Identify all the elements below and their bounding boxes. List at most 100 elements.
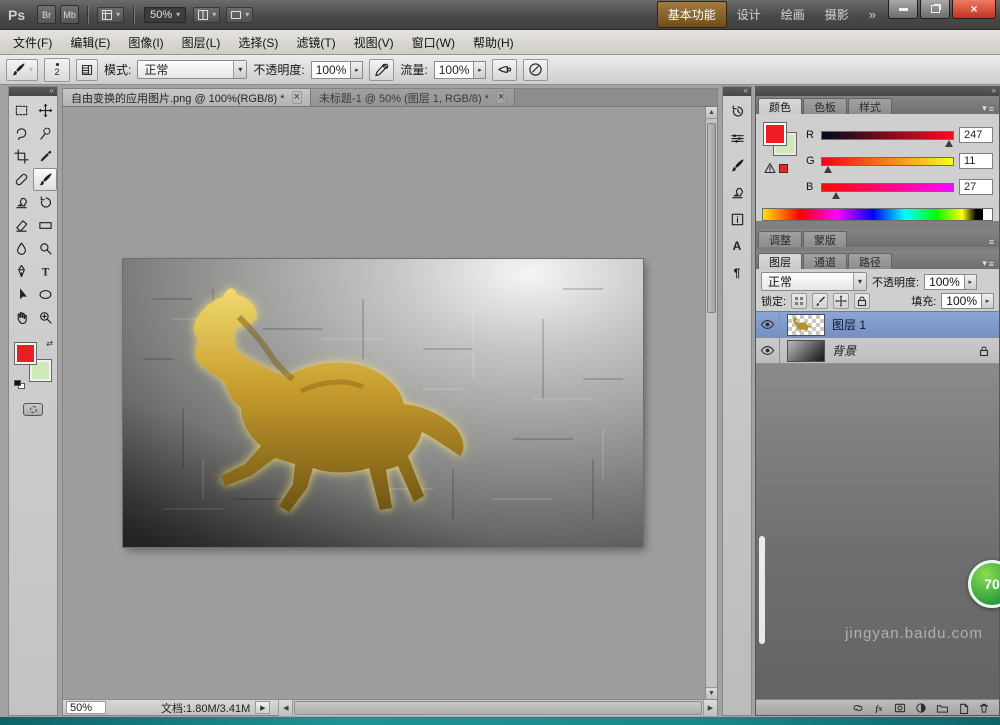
new-layer-button[interactable] (957, 702, 969, 714)
menu-image[interactable]: 图像(I) (119, 30, 172, 55)
info-panel-icon[interactable] (725, 207, 749, 231)
new-adjustment-layer-button[interactable] (915, 702, 927, 714)
document-tab-1[interactable]: 自由变换的应用图片.png @ 100%(RGB/8) * × (63, 89, 311, 106)
tool-preset-picker[interactable]: ▾ (6, 59, 38, 81)
dodge-tool[interactable] (33, 237, 57, 260)
layer-fill-field[interactable]: 100% ▸ (941, 293, 994, 309)
blue-slider[interactable] (821, 183, 954, 192)
toggle-brush-panel-button[interactable] (76, 59, 98, 81)
close-tab-icon[interactable]: × (496, 91, 506, 104)
panel-menu-button[interactable]: ▾≡ (977, 258, 999, 269)
arrange-documents-button[interactable]: ▾ (193, 7, 220, 23)
zoom-level-dropdown[interactable]: 50% ▾ (144, 7, 186, 23)
delete-layer-button[interactable] (978, 702, 990, 714)
brushes-panel-icon[interactable] (725, 153, 749, 177)
strip-collapse-bar[interactable]: « (723, 87, 751, 96)
spinner-icon[interactable]: ▸ (351, 61, 363, 79)
blur-tool[interactable] (9, 237, 33, 260)
brush-tool[interactable] (33, 168, 57, 191)
lock-transparency-icon[interactable] (791, 293, 807, 309)
status-info-button[interactable]: ▶ (255, 701, 270, 714)
layer-blend-mode-dropdown[interactable]: 正常 ▾ (761, 272, 867, 291)
flow-field[interactable]: 100% ▸ (434, 61, 487, 79)
workspace-painting[interactable]: 绘画 (771, 2, 815, 27)
type-tool[interactable]: T (33, 260, 57, 283)
layer-effects-button[interactable]: fx (873, 702, 885, 714)
new-group-button[interactable] (936, 702, 948, 714)
document-tab-2[interactable]: 未标题-1 @ 50% (图层 1, RGB/8) * × (311, 89, 516, 106)
lock-position-icon[interactable] (833, 293, 849, 309)
add-layer-mask-button[interactable] (894, 702, 906, 714)
blue-value[interactable]: 27 (959, 179, 993, 195)
airbrush-toggle-button[interactable] (492, 59, 517, 81)
clone-stamp-tool[interactable] (9, 191, 33, 214)
blend-mode-dropdown[interactable]: 正常 ▾ (137, 60, 247, 79)
layer-thumbnail[interactable] (787, 340, 825, 362)
quick-mask-button[interactable] (23, 403, 43, 416)
eraser-tool[interactable] (9, 214, 33, 237)
menu-select[interactable]: 选择(S) (229, 30, 287, 55)
red-slider[interactable] (821, 131, 954, 140)
red-value[interactable]: 247 (959, 127, 993, 143)
layer-visibility-toggle[interactable] (756, 338, 780, 363)
spinner-icon[interactable]: ▸ (474, 61, 486, 79)
menu-view[interactable]: 视图(V) (345, 30, 403, 55)
horizontal-scroll-thumb[interactable] (294, 701, 702, 715)
dock-collapse-bar[interactable]: » (756, 87, 999, 96)
blue-slider-thumb[interactable] (832, 192, 840, 199)
tab-styles[interactable]: 样式 (848, 98, 892, 114)
vertical-scroll-thumb[interactable] (707, 123, 716, 313)
menu-filter[interactable]: 滤镜(T) (287, 30, 344, 55)
panel-scrollbar[interactable] (759, 536, 765, 644)
workspace-design[interactable]: 设计 (727, 2, 771, 27)
zoom-tool[interactable] (33, 306, 57, 329)
hand-tool[interactable] (9, 306, 33, 329)
scroll-down-icon[interactable]: ▼ (706, 687, 717, 699)
rectangular-marquee-tool[interactable] (9, 99, 33, 122)
link-layers-button[interactable] (852, 702, 864, 714)
shape-tool[interactable] (33, 283, 57, 306)
close-tab-icon[interactable]: × (292, 91, 302, 104)
tab-adjustments[interactable]: 调整 (758, 231, 802, 247)
default-colors-icon[interactable] (14, 380, 26, 390)
canvas-area[interactable] (63, 107, 705, 699)
workspace-essentials[interactable]: 基本功能 (657, 1, 727, 28)
red-slider-thumb[interactable] (945, 140, 953, 147)
layer-row-background[interactable]: 背景 (756, 338, 999, 364)
menu-file[interactable]: 文件(F) (4, 30, 61, 55)
minimize-button[interactable] (888, 0, 918, 19)
spot-healing-brush-tool[interactable] (9, 168, 33, 191)
brush-preset-picker[interactable]: 2 (44, 58, 70, 82)
spinner-icon[interactable]: ▸ (982, 293, 994, 309)
layer-visibility-toggle[interactable] (756, 312, 780, 337)
gamut-warning[interactable] (764, 162, 788, 174)
lock-pixels-icon[interactable] (812, 293, 828, 309)
quick-selection-tool[interactable] (33, 122, 57, 145)
paragraph-panel-icon[interactable]: ¶ (725, 261, 749, 285)
mini-bridge-icon[interactable]: Mb (60, 5, 79, 24)
menu-edit[interactable]: 编辑(E) (61, 30, 119, 55)
lasso-tool[interactable] (9, 122, 33, 145)
gamut-color-swatch[interactable] (779, 164, 788, 173)
green-value[interactable]: 11 (959, 153, 993, 169)
status-zoom-field[interactable]: 50% (66, 701, 106, 714)
clone-source-panel-icon[interactable] (725, 180, 749, 204)
tablet-size-button[interactable] (523, 59, 548, 81)
pen-tool[interactable] (9, 260, 33, 283)
history-panel-icon[interactable] (725, 99, 749, 123)
crop-tool[interactable] (9, 145, 33, 168)
menu-help[interactable]: 帮助(H) (464, 30, 523, 55)
scroll-left-icon[interactable]: ◀ (279, 700, 293, 716)
workspace-overflow-icon[interactable]: » (869, 7, 876, 22)
tab-masks[interactable]: 蒙版 (803, 231, 847, 247)
opacity-field[interactable]: 100% ▸ (311, 61, 364, 79)
tab-swatches[interactable]: 色板 (803, 98, 847, 114)
gradient-tool[interactable] (33, 214, 57, 237)
layer-row-1[interactable]: 图层 1 (756, 312, 999, 338)
scroll-up-icon[interactable]: ▲ (706, 107, 717, 119)
layer-name[interactable]: 图层 1 (832, 316, 866, 333)
scroll-right-icon[interactable]: ▶ (703, 700, 717, 716)
workspace-photography[interactable]: 摄影 (815, 2, 859, 27)
foreground-color-swatch[interactable] (764, 123, 786, 145)
layer-name[interactable]: 背景 (832, 342, 856, 359)
